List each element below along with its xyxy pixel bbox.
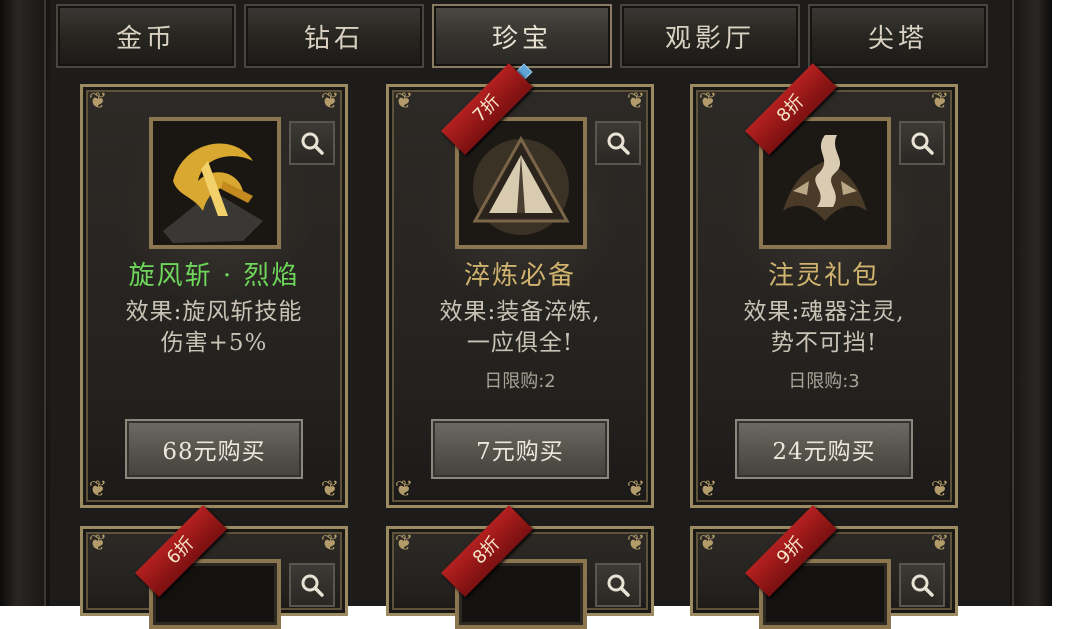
tab-treasure[interactable]: 珍宝 (432, 4, 612, 68)
corner-ornament-icon: ❦ (320, 477, 340, 502)
item-description-line: 一应俱全! (466, 330, 574, 356)
item-description: 效果:魂器注灵, 势不可挡! (703, 297, 945, 359)
inspect-button[interactable] (289, 121, 335, 165)
corner-ornament-icon: ❦ (394, 531, 414, 556)
tab-diamond[interactable]: 钻石 (244, 4, 424, 68)
window-left-border (0, 0, 46, 606)
corner-ornament-icon: ❦ (930, 89, 950, 114)
shop-item-card: ❦ ❦ ❦ ❦ 旋风斩 · 烈焰 效果:旋风斩技能 伤害+5% 68元购买 (80, 84, 348, 508)
magnifier-icon (607, 132, 630, 155)
magnifier-icon (301, 132, 324, 155)
item-description-line: 效果:旋风斩技能 (125, 299, 303, 325)
tab-gold[interactable]: 金币 (56, 4, 236, 68)
corner-ornament-icon: ❦ (626, 531, 646, 556)
item-description: 效果:旋风斩技能 伤害+5% (93, 297, 335, 359)
item-name: 淬炼必备 (463, 261, 576, 291)
corner-ornament-icon: ❦ (626, 89, 646, 114)
item-description-line: 效果:魂器注灵, (743, 299, 905, 325)
inspect-button[interactable] (899, 563, 945, 607)
item-description: 效果:装备淬炼, 一应俱全! (399, 297, 641, 359)
daily-limit: 日限购:2 (484, 371, 556, 392)
corner-ornament-icon: ❦ (698, 477, 718, 502)
corner-ornament-icon: ❦ (394, 89, 414, 114)
corner-ornament-icon: ❦ (320, 89, 340, 114)
corner-ornament-icon: ❦ (930, 531, 950, 556)
buy-button[interactable]: 68元购买 (125, 419, 303, 479)
magnifier-icon (911, 132, 934, 155)
magnifier-icon (607, 574, 630, 597)
item-icon-frame[interactable] (149, 117, 281, 249)
inspect-button[interactable] (595, 563, 641, 607)
corner-ornament-icon: ❦ (626, 477, 646, 502)
corner-ornament-icon: ❦ (88, 89, 108, 114)
magnifier-icon (911, 574, 934, 597)
whirlwind-flame-icon (153, 121, 277, 245)
corner-ornament-icon: ❦ (320, 531, 340, 556)
corner-ornament-icon: ❦ (698, 89, 718, 114)
tab-tower[interactable]: 尖塔 (808, 4, 988, 68)
shop-item-card: ❦ ❦ ❦ ❦ 7折 淬炼必备 效果:装备淬炼, 一应俱全! 日限购:2 7元购… (386, 63, 654, 508)
buy-button[interactable]: 7元购买 (431, 419, 609, 479)
inspect-button[interactable] (289, 563, 335, 607)
inspect-button[interactable] (899, 121, 945, 165)
tab-theater[interactable]: 观影厅 (620, 4, 800, 68)
item-description-line: 效果:装备淬炼, (439, 299, 601, 325)
item-name: 注灵礼包 (767, 261, 880, 291)
item-description-line: 势不可挡! (770, 330, 878, 356)
window-right-border (1012, 0, 1052, 606)
corner-ornament-icon: ❦ (930, 477, 950, 502)
item-name: 旋风斩 · 烈焰 (128, 261, 300, 291)
magnifier-icon (301, 574, 324, 597)
daily-limit: 日限购:3 (788, 371, 860, 392)
item-description-line: 伤害+5% (160, 330, 268, 356)
shop-tab-bar: 金币 钻石 珍宝 观影厅 尖塔 (56, 0, 988, 72)
corner-ornament-icon: ❦ (394, 477, 414, 502)
corner-ornament-icon: ❦ (698, 531, 718, 556)
shop-item-card: ❦ ❦ 6折 (80, 505, 348, 629)
shop-item-card: ❦ ❦ ❦ ❦ 8折 注灵礼包 效果:魂器注灵, 势不可挡! 日限购:3 24元… (690, 63, 958, 508)
corner-ornament-icon: ❦ (88, 531, 108, 556)
shop-item-card: ❦ ❦ 8折 (386, 505, 654, 629)
shop-item-card: ❦ ❦ 9折 (690, 505, 958, 629)
inspect-button[interactable] (595, 121, 641, 165)
buy-button[interactable]: 24元购买 (735, 419, 913, 479)
corner-ornament-icon: ❦ (88, 477, 108, 502)
